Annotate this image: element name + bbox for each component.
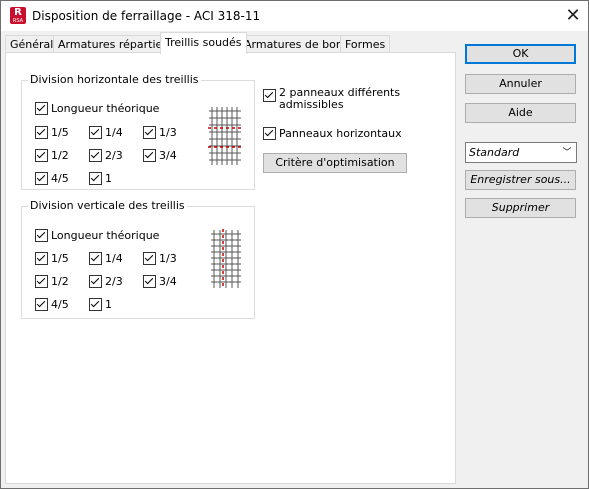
v-fraction-checkbox[interactable]: 1/3 — [143, 252, 177, 265]
ok-button[interactable]: OK — [465, 44, 576, 64]
horizontal-division-group: Division horizontale des treillis Longue… — [21, 73, 255, 190]
help-button[interactable]: Aide — [465, 103, 576, 123]
h-fraction-checkbox[interactable]: 4/5 — [35, 172, 69, 185]
v-fraction-checkbox[interactable]: 1/5 — [35, 252, 69, 265]
h-fraction-checkbox[interactable]: 1/3 — [143, 126, 177, 139]
h-fraction-checkbox[interactable]: 1/4 — [89, 126, 123, 139]
h-longueur-checkbox[interactable]: Longueur théorique — [35, 102, 159, 115]
tab-formes[interactable]: Formes — [340, 35, 391, 53]
h-fraction-checkbox[interactable]: 1 — [89, 172, 112, 185]
v-fraction-checkbox[interactable]: 3/4 — [143, 275, 177, 288]
tab-armatures-de-bord[interactable]: Armatures de bord — [239, 35, 353, 53]
delete-button[interactable]: Supprimer — [465, 198, 576, 218]
dialog-window: R RSA Disposition de ferraillage - ACI 31… — [0, 0, 589, 489]
optimization-criteria-button[interactable]: Critère d'optimisation — [263, 153, 407, 173]
vertical-mesh-icon — [211, 229, 241, 289]
two-panels-checkbox[interactable]: 2 panneaux différents admissibles — [263, 87, 400, 111]
window-title: Disposition de ferraillage - ACI 318-11 — [32, 9, 261, 23]
preset-value: Standard — [469, 146, 520, 159]
v-fraction-checkbox[interactable]: 1/4 — [89, 252, 123, 265]
close-icon[interactable]: ✕ — [561, 5, 585, 27]
v-fraction-checkbox[interactable]: 2/3 — [89, 275, 123, 288]
h-fraction-checkbox[interactable]: 1/5 — [35, 126, 69, 139]
h-fraction-checkbox[interactable]: 1/2 — [35, 149, 69, 162]
h-fraction-checkbox[interactable]: 2/3 — [89, 149, 123, 162]
v-fraction-checkbox[interactable]: 1/2 — [35, 275, 69, 288]
vertical-group-title: Division verticale des treillis — [28, 199, 187, 212]
horizontal-mesh-icon — [208, 107, 242, 165]
tab-armatures-reparties[interactable]: Armatures réparties — [53, 35, 174, 53]
app-icon: R RSA — [10, 7, 26, 24]
preset-select[interactable]: Standard ﹀ — [465, 142, 577, 163]
vertical-division-group: Division verticale des treillis Longueur… — [21, 199, 255, 319]
v-fraction-checkbox[interactable]: 4/5 — [35, 298, 69, 311]
save-as-button[interactable]: Enregistrer sous... — [465, 170, 576, 190]
v-fraction-checkbox[interactable]: 1 — [89, 298, 112, 311]
tab-treillis-soudes[interactable]: Treillis soudés — [160, 32, 247, 54]
tab-general[interactable]: Général — [5, 35, 59, 53]
cancel-button[interactable]: Annuler — [465, 74, 576, 94]
chevron-down-icon: ﹀ — [562, 148, 572, 158]
h-fraction-checkbox[interactable]: 3/4 — [143, 149, 177, 162]
title-bar: R RSA Disposition de ferraillage - ACI 31… — [1, 1, 588, 31]
horizontal-group-title: Division horizontale des treillis — [28, 73, 201, 86]
tab-panel: Division horizontale des treillis Longue… — [5, 52, 456, 484]
v-longueur-checkbox[interactable]: Longueur théorique — [35, 229, 159, 242]
horizontal-panels-checkbox[interactable]: Panneaux horizontaux — [263, 127, 402, 140]
